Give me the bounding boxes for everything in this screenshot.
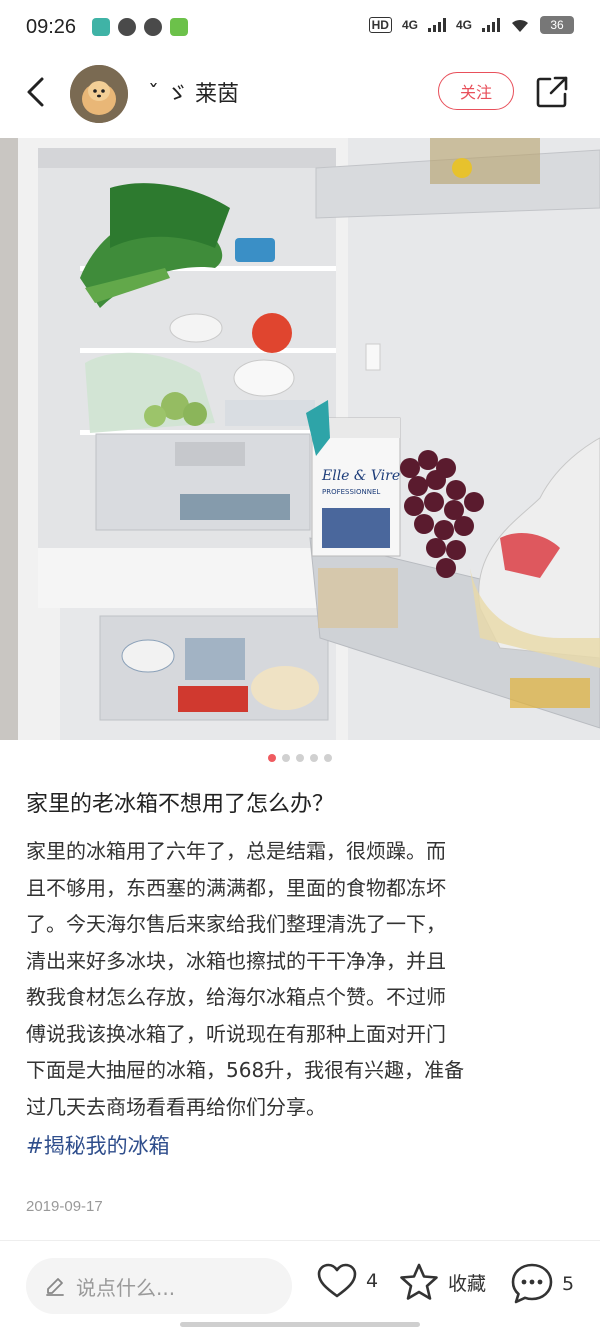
post-body-line: 且不够用，东西塞的满满都，里面的食物都冻坏 [26,875,446,900]
star-icon [400,1263,438,1300]
status-time: 09:26 [26,16,77,38]
heart-icon [317,1263,357,1298]
follow-button[interactable]: 关注 [438,72,514,110]
carousel-dot[interactable] [324,754,332,762]
post-body-line: 了。今天海尔售后来家给我们整理清洗了一下， [26,912,446,936]
battery-icon: 36 [540,16,574,34]
post-date: 2019-09-17 [26,1198,103,1215]
comment-input[interactable]: 说点什么... [26,1258,292,1314]
signal-bars-icon-2 [482,18,500,32]
post-body: 家里的冰箱用了六年了，总是结霜，很烦躁。而 且不够用，东西塞的满满都，里面的食物… [26,833,580,1125]
carousel-indicator [0,754,600,762]
signal-bars-icon [427,18,446,32]
post-body-line: 教我食材怎么存放，给海尔冰箱点个赞。不过师 [26,985,446,1009]
message-icon [144,18,162,36]
post-body-line: 清出来好多冰块，冰箱也擦拭的干干净净，并且 [26,948,446,973]
comment-count: 5 [562,1273,575,1295]
status-right: HD 4G 4G 36 [368,16,574,34]
username[interactable]: ˇ ゞ 莱茵 [148,76,239,108]
signal-4g-label: 4G [401,18,418,32]
wifi-icon [512,19,528,32]
post-photo[interactable]: Elle & Vire PROFESSIONNEL [0,138,600,740]
pencil-icon [46,1278,64,1296]
like-count: 4 [366,1270,379,1292]
fridge-image: Elle & Vire PROFESSIONNEL [0,138,600,740]
comment-bubble-icon [511,1263,553,1304]
boss-app-icon [92,18,110,36]
divider [0,1240,600,1241]
favorite-button[interactable]: 收藏 [398,1262,486,1302]
hashtag-link[interactable]: #揭秘我的冰箱 [26,1130,170,1160]
status-bar: 09:26 HD 4G 4G 36 [0,0,600,56]
carousel-dot[interactable] [310,754,318,762]
hd-label: HD [368,17,392,33]
post-body-line: 过几天去商场看看再给你们分享。 [26,1094,326,1119]
home-indicator[interactable] [180,1322,420,1327]
comment-button[interactable]: 5 [510,1262,574,1306]
carousel-dot-active[interactable] [268,754,276,762]
like-button[interactable]: 4 [316,1262,378,1300]
app-icon [170,18,188,36]
favorite-label: 收藏 [448,1272,487,1295]
comment-placeholder: 说点什么... [76,1275,176,1300]
post-body-line: 家里的冰箱用了六年了，总是结霜，很烦躁。而 [26,839,446,863]
carousel-dot[interactable] [282,754,290,762]
svg-text:Elle & Vire: Elle & Vire [321,468,400,484]
back-arrow-icon[interactable] [20,75,54,109]
post-title: 家里的老冰箱不想用了怎么办？ [26,792,335,817]
carousel-dot[interactable] [296,754,304,762]
post-header: ˇ ゞ 莱茵 关注 [0,58,600,130]
post-body-line: 傅说我该换冰箱了，听说现在有那种上面对开门 [26,1021,446,1046]
share-icon[interactable] [534,74,570,110]
avatar[interactable] [70,65,128,123]
post-body-line: 下面是大抽屉的冰箱，568升，我很有兴趣，准备 [26,1058,465,1082]
signal-4g-label-2: 4G [455,18,472,32]
svg-text:PROFESSIONNEL: PROFESSIONNEL [322,488,380,496]
wechat-icon [118,18,136,36]
notification-icons [92,18,188,36]
